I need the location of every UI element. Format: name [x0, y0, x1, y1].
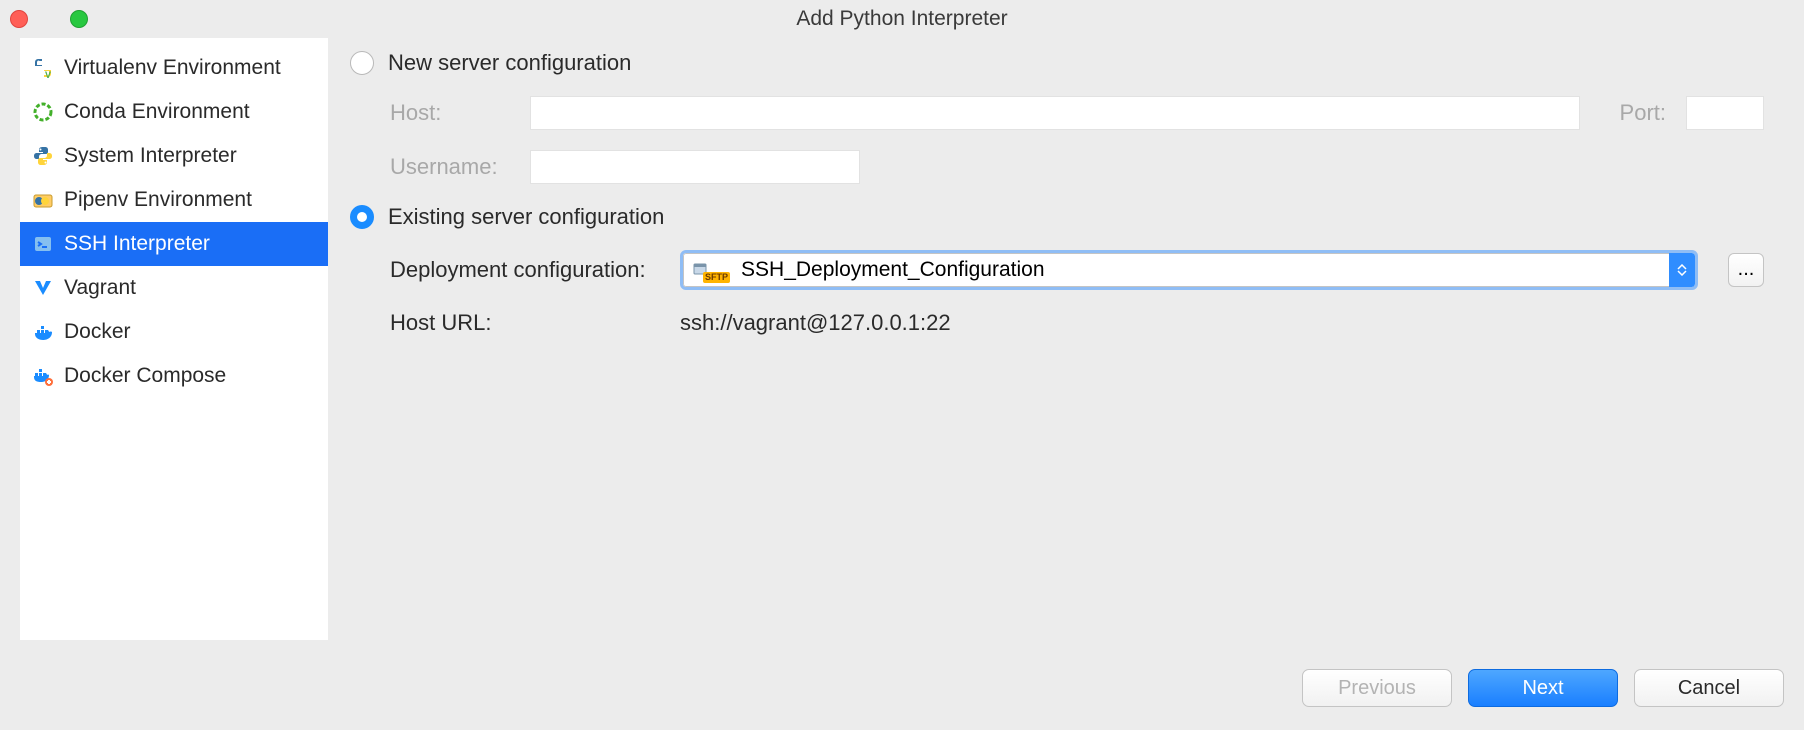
sidebar-item-label: Virtualenv Environment	[64, 56, 281, 80]
dialog-footer: Previous Next Cancel	[0, 660, 1804, 730]
existing-server-radio[interactable]	[350, 205, 374, 229]
port-label: Port:	[1620, 100, 1666, 126]
sidebar-item-label: Docker	[64, 320, 131, 344]
previous-button[interactable]: Previous	[1302, 669, 1452, 707]
conda-icon	[32, 101, 54, 123]
new-server-label: New server configuration	[388, 50, 631, 76]
deployment-config-value: SSH_Deployment_Configuration	[741, 258, 1045, 282]
ssh-icon	[32, 233, 54, 255]
sidebar-item-system[interactable]: System Interpreter	[20, 134, 328, 178]
sidebar-item-virtualenv[interactable]: V Virtualenv Environment	[20, 46, 328, 90]
title-bar: Add Python Interpreter	[0, 0, 1804, 38]
docker-compose-icon	[32, 365, 54, 387]
username-label: Username:	[390, 154, 510, 180]
deployment-config-browse-button[interactable]: ...	[1728, 253, 1764, 287]
sftp-icon: SFTP	[692, 262, 735, 278]
host-label: Host:	[390, 100, 510, 126]
existing-server-subform: Deployment configuration: SFTP SSH_Deplo…	[350, 250, 1764, 336]
deployment-config-label: Deployment configuration:	[390, 257, 660, 283]
new-server-radio[interactable]	[350, 51, 374, 75]
sidebar-item-ssh[interactable]: SSH Interpreter	[20, 222, 328, 266]
sidebar-item-conda[interactable]: Conda Environment	[20, 90, 328, 134]
new-server-radio-row: New server configuration	[350, 50, 1764, 76]
sidebar-item-docker-compose[interactable]: Docker Compose	[20, 354, 328, 398]
sidebar-item-label: Pipenv Environment	[64, 188, 252, 212]
sidebar-item-label: Vagrant	[64, 276, 136, 300]
svg-text:V: V	[45, 70, 51, 79]
new-server-subform: Host: Port: Username:	[350, 96, 1764, 184]
deployment-config-select[interactable]: SFTP SSH_Deployment_Configuration	[680, 250, 1698, 290]
cancel-button[interactable]: Cancel	[1634, 669, 1784, 707]
host-input[interactable]	[530, 96, 1580, 130]
sidebar-item-docker[interactable]: Docker	[20, 310, 328, 354]
existing-server-label: Existing server configuration	[388, 204, 664, 230]
host-url-label: Host URL:	[390, 310, 660, 336]
sidebar-item-label: Docker Compose	[64, 364, 226, 388]
pipenv-icon	[32, 189, 54, 211]
next-button[interactable]: Next	[1468, 669, 1618, 707]
sidebar-item-label: System Interpreter	[64, 144, 237, 168]
docker-icon	[32, 321, 54, 343]
interpreter-type-sidebar: V Virtualenv Environment Conda Environme…	[20, 38, 328, 640]
python-v-icon: V	[32, 57, 54, 79]
existing-server-radio-row: Existing server configuration	[350, 204, 1764, 230]
port-input[interactable]	[1686, 96, 1764, 130]
python-icon	[32, 145, 54, 167]
username-input[interactable]	[530, 150, 860, 184]
select-arrows-icon	[1669, 253, 1695, 287]
dialog-body: V Virtualenv Environment Conda Environme…	[0, 38, 1804, 660]
vagrant-icon	[32, 277, 54, 299]
sidebar-item-label: Conda Environment	[64, 100, 250, 124]
sidebar-item-pipenv[interactable]: Pipenv Environment	[20, 178, 328, 222]
window-title: Add Python Interpreter	[0, 7, 1804, 31]
sidebar-item-label: SSH Interpreter	[64, 232, 210, 256]
sidebar-item-vagrant[interactable]: Vagrant	[20, 266, 328, 310]
host-url-value: ssh://vagrant@127.0.0.1:22	[680, 310, 951, 336]
main-panel: New server configuration Host: Port: Use…	[328, 38, 1784, 640]
